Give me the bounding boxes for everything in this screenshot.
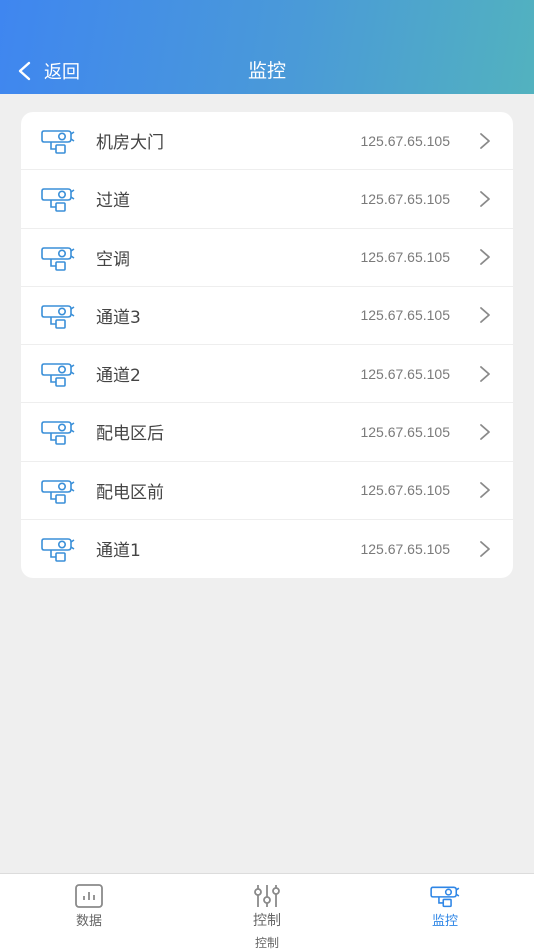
camera-ip: 125.67.65.105 xyxy=(360,190,450,207)
sliders-icon xyxy=(254,885,280,907)
camera-row[interactable]: 通道1 125.67.65.105 xyxy=(21,520,513,578)
camera-ip: 125.67.65.105 xyxy=(360,540,450,557)
camera-icon xyxy=(41,421,75,446)
tab-sub-label: 控制 xyxy=(254,936,279,950)
camera-name: 通道3 xyxy=(96,307,141,328)
camera-icon xyxy=(41,188,75,213)
camera-row[interactable]: 通道2 125.67.65.105 xyxy=(21,345,513,404)
camera-icon xyxy=(41,130,75,154)
camera-list: 机房大门 125.67.65.105 过道 125.67.65.105 空调 1… xyxy=(21,112,513,578)
camera-icon xyxy=(41,479,75,504)
camera-name: 通道2 xyxy=(96,366,141,387)
camera-row[interactable]: 空调 125.67.65.105 xyxy=(21,229,513,287)
tab-data[interactable]: 数据 xyxy=(0,874,178,950)
camera-row[interactable]: 配电区后 125.67.65.105 xyxy=(21,403,513,462)
camera-row[interactable]: 机房大门 125.67.65.105 xyxy=(21,112,513,171)
camera-ip: 125.67.65.105 xyxy=(360,249,450,266)
camera-name: 配电区后 xyxy=(96,424,164,445)
camera-icon xyxy=(41,246,75,271)
camera-icon xyxy=(41,537,75,562)
tab-label: 监控 xyxy=(431,914,458,929)
camera-row[interactable]: 配电区前 125.67.65.105 xyxy=(21,462,513,520)
camera-ip: 125.67.65.105 xyxy=(360,132,450,149)
camera-ip: 125.67.65.105 xyxy=(360,482,450,499)
chevron-right-icon xyxy=(480,249,490,266)
chevron-right-icon xyxy=(480,365,490,382)
tab-label: 数据 xyxy=(75,914,102,929)
tab-control[interactable]: 控制 控制 xyxy=(178,874,356,950)
camera-ip: 125.67.65.105 xyxy=(360,365,450,382)
header: 返回 监控 xyxy=(0,0,534,94)
chevron-right-icon xyxy=(480,482,490,499)
camera-name: 配电区前 xyxy=(96,482,164,503)
chevron-right-icon xyxy=(480,423,490,440)
camera-icon xyxy=(430,886,460,908)
camera-name: 过道 xyxy=(96,191,130,212)
chevron-right-icon xyxy=(480,540,490,557)
chevron-right-icon xyxy=(480,190,490,207)
camera-icon xyxy=(41,304,75,329)
camera-name: 机房大门 xyxy=(96,133,164,154)
camera-row[interactable]: 过道 125.67.65.105 xyxy=(21,170,513,229)
tab-bar: 数据 控制 控制 监控 xyxy=(0,873,534,950)
tab-label: 控制 xyxy=(253,913,281,929)
camera-name: 空调 xyxy=(96,249,130,270)
camera-name: 通道1 xyxy=(96,541,141,562)
bar-chart-icon xyxy=(75,884,103,908)
camera-row[interactable]: 通道3 125.67.65.105 xyxy=(21,287,513,345)
tab-monitor[interactable]: 监控 xyxy=(356,874,534,950)
chevron-right-icon xyxy=(480,307,490,324)
camera-ip: 125.67.65.105 xyxy=(360,423,450,440)
camera-icon xyxy=(41,363,75,387)
page-title: 监控 xyxy=(247,60,286,82)
camera-ip: 125.67.65.105 xyxy=(360,307,450,324)
chevron-right-icon xyxy=(480,132,490,149)
